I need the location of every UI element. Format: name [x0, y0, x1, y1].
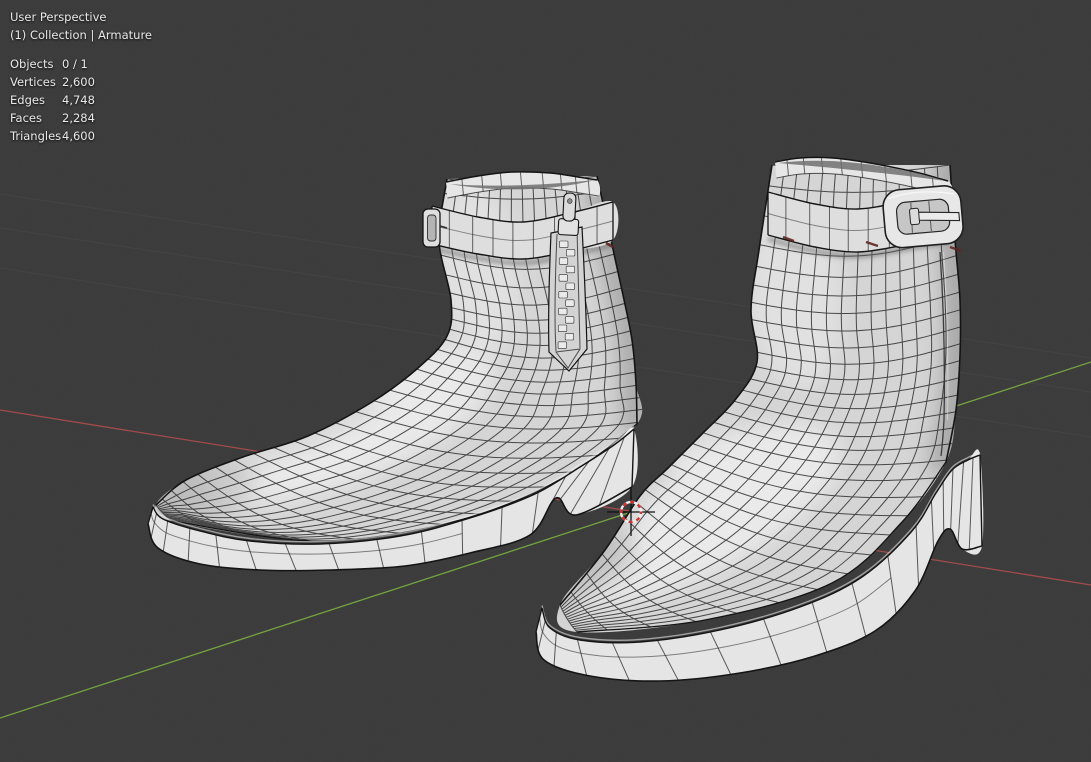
- blender-viewport-window: User Perspective (1) Collection | Armatu…: [0, 0, 1091, 762]
- stat-row-triangles: Triangles 4,600: [10, 127, 152, 145]
- stat-row-objects: Objects 0 / 1: [10, 55, 152, 73]
- stat-row-vertices: Vertices 2,600: [10, 73, 152, 91]
- view-perspective-label: User Perspective: [10, 8, 152, 26]
- collection-breadcrumb: (1) Collection | Armature: [10, 26, 152, 44]
- scene-statistics: Objects 0 / 1 Vertices 2,600 Edges 4,748…: [10, 55, 152, 145]
- stat-row-edges: Edges 4,748: [10, 91, 152, 109]
- 3d-viewport-canvas[interactable]: [0, 0, 1091, 762]
- viewport-dither-noise: [0, 0, 1091, 762]
- stat-row-faces: Faces 2,284: [10, 109, 152, 127]
- viewport-overlay: User Perspective (1) Collection | Armatu…: [10, 8, 152, 145]
